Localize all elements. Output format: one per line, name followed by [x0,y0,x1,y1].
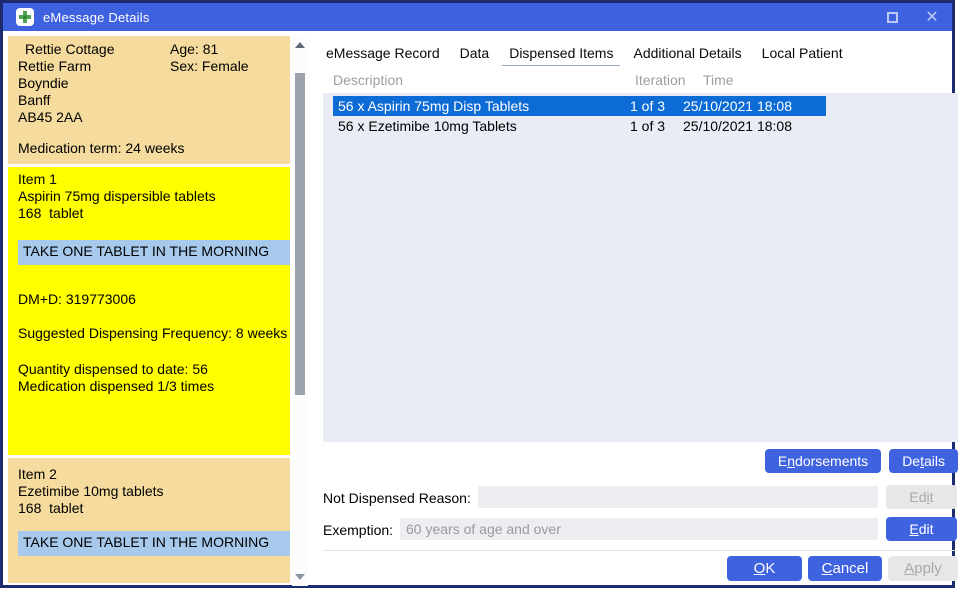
item-2-quantity: 168 tablet [8,500,290,517]
table-row[interactable]: 56 x Ezetimibe 10mg Tablets 1 of 3 25/10… [333,116,826,136]
row-description: 56 x Aspirin 75mg Disp Tablets [338,96,529,116]
tab-additional-details[interactable]: Additional Details [626,42,748,66]
row-time: 25/10/2021 18:08 [683,96,792,116]
dispensed-items-list: 56 x Aspirin 75mg Disp Tablets 1 of 3 25… [323,93,958,442]
address-line: Rettie Farm [18,58,290,75]
item-1-quantity: 168 tablet [8,205,290,222]
ok-button[interactable]: OK [727,556,802,581]
item-1-title: Item 1 [8,167,290,188]
item-2-drug-name: Ezetimibe 10mg tablets [8,483,290,500]
pharmacy-cross-icon [16,8,34,26]
item-2-title: Item 2 [8,458,290,483]
window-controls: ✕ [872,3,952,31]
column-header-time: Time [703,72,734,88]
item-1-dispensed-times: Medication dispensed 1/3 times [8,378,290,395]
exemption-label: Exemption: [323,522,393,538]
exemption-input[interactable] [400,518,878,540]
edit-exemption-button[interactable]: Edit [886,517,957,541]
edit-not-dispensed-button[interactable]: Edit [886,485,957,509]
maximize-button[interactable] [872,3,912,31]
titlebar[interactable]: eMessage Details ✕ [3,3,952,31]
not-dispensed-reason-input[interactable] [478,486,878,508]
item-1-drug-name: Aspirin 75mg dispersible tablets [8,188,290,205]
item-1-quantity-dispensed: Quantity dispensed to date: 56 [8,361,290,378]
close-button[interactable]: ✕ [912,3,952,31]
apply-button[interactable]: Apply [888,556,958,581]
endorsements-button[interactable]: Endorsements [765,449,881,473]
item-1-dispensing-frequency: Suggested Dispensing Frequency: 8 weeks [8,325,290,342]
scroll-up-icon[interactable] [295,42,305,48]
medication-term: Medication term: 24 weeks [18,140,185,157]
patient-demographics: Age: 81 Sex: Female [170,41,249,75]
address-line: Rettie Cottage [18,41,290,58]
patient-sex: Sex: Female [170,58,249,75]
column-header-iteration: Iteration [635,72,686,88]
item-2-panel: Item 2 Ezetimibe 10mg tablets 168 tablet… [8,458,290,583]
row-time: 25/10/2021 18:08 [683,116,792,136]
item-1-dmd-code: DM+D: 319773006 [8,291,290,308]
row-iteration: 1 of 3 [630,96,665,116]
emessage-details-dialog: eMessage Details ✕ Rettie Cottage Rettie… [0,0,955,588]
footer-divider [323,550,958,551]
table-row[interactable]: 56 x Aspirin 75mg Disp Tablets 1 of 3 25… [333,96,826,116]
tab-local-patient[interactable]: Local Patient [755,42,850,66]
item-2-dosage-instruction: TAKE ONE TABLET IN THE MORNING [18,531,290,556]
item-1-panel: Item 1 Aspirin 75mg dispersible tablets … [8,167,290,455]
scrollbar-thumb[interactable] [295,73,305,395]
list-actions: Endorsements Details [323,449,958,473]
tab-dispensed-items[interactable]: Dispensed Items [502,42,620,66]
cancel-button[interactable]: Cancel [808,556,882,581]
patient-summary-panel: Rettie Cottage Rettie Farm Boyndie Banff… [8,36,290,164]
dialog-footer: OK Cancel Apply [323,556,958,581]
left-panel-scrollbar[interactable] [292,36,308,586]
column-header-description: Description [333,72,403,88]
address-line: Banff [18,92,290,109]
scroll-down-icon[interactable] [295,574,305,580]
detail-tabs: eMessage Record Data Dispensed Items Add… [319,42,856,66]
tab-data[interactable]: Data [453,42,497,66]
patient-age: Age: 81 [170,41,249,58]
tab-emessage-record[interactable]: eMessage Record [319,42,447,66]
address-line: Boyndie [18,75,290,92]
details-button[interactable]: Details [889,449,958,473]
row-description: 56 x Ezetimibe 10mg Tablets [338,116,517,136]
maximize-icon [887,12,898,23]
close-icon: ✕ [925,7,938,27]
row-iteration: 1 of 3 [630,116,665,136]
not-dispensed-reason-label: Not Dispensed Reason: [323,490,471,506]
window-title: eMessage Details [43,10,150,25]
item-1-dosage-instruction: TAKE ONE TABLET IN THE MORNING [18,240,290,265]
address-line: AB45 2AA [18,109,290,126]
